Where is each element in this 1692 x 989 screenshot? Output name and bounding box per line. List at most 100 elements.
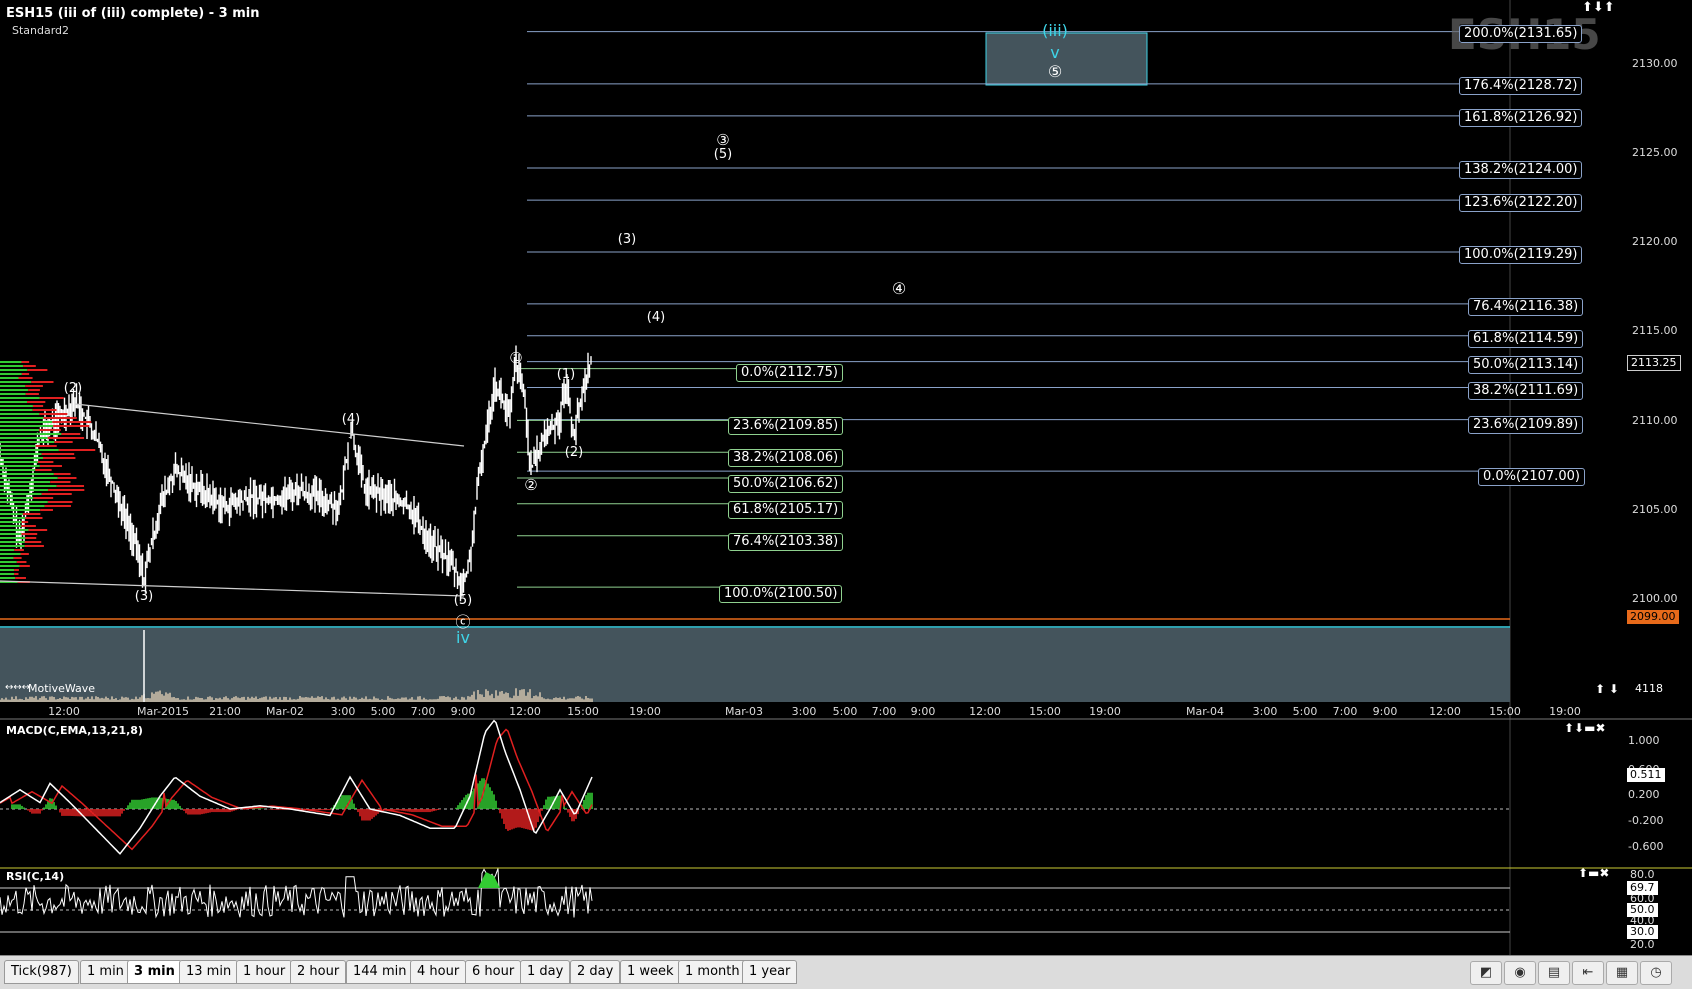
price-tick: 2110.00 [1632, 414, 1678, 427]
fib-blue-76[interactable]: 76.4%(2116.38) [1468, 298, 1584, 316]
tab-1-year[interactable]: 1 year [742, 960, 798, 984]
fib-blue-61[interactable]: 61.8%(2114.59) [1468, 330, 1584, 348]
price-tick: 2120.00 [1632, 235, 1678, 248]
wave-label-iii: (iii) [1042, 21, 1068, 40]
time-tick: 7:00 [1332, 705, 1358, 718]
fib-blue-161[interactable]: 161.8%(2126.92) [1459, 109, 1583, 127]
price-tick: 2105.00 [1632, 503, 1678, 516]
tab-144-min[interactable]: 144 min [346, 960, 414, 984]
time-tick: 5:00 [370, 705, 396, 718]
tab-2-day[interactable]: 2 day [570, 960, 621, 984]
fib-blue-23[interactable]: 23.6%(2109.89) [1468, 416, 1584, 434]
tab-tick-987[interactable]: Tick(987) [4, 960, 79, 984]
fib-blue-138[interactable]: 138.2%(2124.00) [1459, 161, 1583, 179]
wave-label: (4) [341, 412, 361, 427]
tab-1-hour[interactable]: 1 hour [236, 960, 293, 984]
time-tick: 9:00 [450, 705, 476, 718]
wave-label: ② [524, 476, 538, 494]
tab-13-min[interactable]: 13 min [179, 960, 239, 984]
time-tick: 12:00 [509, 705, 541, 718]
fib-green-50[interactable]: 50.0%(2106.62) [728, 475, 844, 493]
wave-label: ④ [891, 279, 907, 298]
macd-tick: -0.600 [1628, 840, 1664, 853]
macd-tick: 0.200 [1628, 788, 1660, 801]
macd-tick: 1.000 [1628, 734, 1660, 747]
tab-1-week[interactable]: 1 week [620, 960, 681, 984]
fib-green-76[interactable]: 76.4%(2103.38) [728, 533, 844, 551]
tab-1-min[interactable]: 1 min [80, 960, 131, 984]
time-tick: 12:00 [1429, 705, 1461, 718]
zoom-controls[interactable]: ↔↔↔ [5, 682, 30, 693]
rsi-title: RSI(C,14) [6, 870, 65, 883]
time-tick: 15:00 [567, 705, 599, 718]
fib-blue-200[interactable]: 200.0%(2131.65) [1459, 25, 1583, 43]
time-tick: 5:00 [1292, 705, 1318, 718]
wave-label: (3) [617, 232, 637, 247]
fib-blue-100[interactable]: 100.0%(2119.29) [1459, 246, 1583, 264]
volume-panel [0, 628, 1510, 702]
chart-subtitle: Standard2 [12, 24, 70, 37]
chart-canvas[interactable] [0, 0, 1692, 955]
chart-title: ESH15 (iii of (iii) complete) - 3 min [6, 6, 260, 21]
orange-level-tag: 2099.00 [1627, 610, 1679, 624]
fib-blue-0[interactable]: 0.0%(2107.00) [1478, 468, 1585, 486]
time-tick: 5:00 [832, 705, 858, 718]
volume-panel-controls[interactable]: ⬆ ⬇ [1595, 682, 1619, 696]
wave-label: (4) [646, 310, 666, 325]
price-tick: 2100.00 [1632, 592, 1678, 605]
fib-blue-123[interactable]: 123.6%(2122.20) [1459, 194, 1583, 212]
macd-panel-controls[interactable]: ⬆⬇▬✖ [1564, 721, 1606, 735]
wave-label: ⑤ [1047, 62, 1063, 81]
chart-window: ESH15 (iii of (iii) complete) - 3 min St… [0, 0, 1692, 989]
fib-green-0[interactable]: 0.0%(2112.75) [736, 364, 843, 382]
time-tick: 12:00 [969, 705, 1001, 718]
panel-controls[interactable]: ⬆⬇⬆ [1582, 0, 1615, 15]
rsi-mid-tag: 50.0 [1627, 903, 1658, 917]
fib-green-23[interactable]: 23.6%(2109.85) [728, 417, 844, 435]
clock-icon[interactable]: ◷ [1640, 961, 1672, 985]
timeframe-tab-bar: Tick(987) 1 min 3 min 13 min 1 hour 2 ho… [0, 955, 1692, 989]
tab-2-hour[interactable]: 2 hour [290, 960, 347, 984]
tab-3-min[interactable]: 3 min [127, 960, 182, 984]
macd-value-tag: 0.511 [1627, 768, 1665, 782]
time-tick: 19:00 [629, 705, 661, 718]
wave-label-v: v [1050, 43, 1060, 62]
eye-icon[interactable]: ◉ [1504, 961, 1536, 985]
rsi-value-tag: 69.7 [1627, 881, 1658, 895]
fib-green-100[interactable]: 100.0%(2100.50) [719, 585, 843, 603]
time-tick: 7:00 [871, 705, 897, 718]
fib-blue-38[interactable]: 38.2%(2111.69) [1468, 382, 1584, 400]
time-tick: 15:00 [1489, 705, 1521, 718]
time-tick: 9:00 [1372, 705, 1398, 718]
wave-label: (1) [556, 367, 576, 382]
rsi-low-tag: 30.0 [1627, 925, 1658, 939]
tab-1-month[interactable]: 1 month [678, 960, 747, 984]
fib-green-61[interactable]: 61.8%(2105.17) [728, 501, 844, 519]
wave-label: (5) [713, 147, 733, 162]
price-tick: 2130.00 [1632, 57, 1678, 70]
tab-1-day[interactable]: 1 day [520, 960, 571, 984]
rsi-panel-controls[interactable]: ⬆▬✖ [1578, 866, 1609, 880]
scroll-end-icon[interactable]: ⇤ [1572, 961, 1604, 985]
fib-blue-50[interactable]: 50.0%(2113.14) [1468, 356, 1584, 374]
macd-tick: -0.200 [1628, 814, 1664, 827]
time-tick: 21:00 [209, 705, 241, 718]
time-tick: 3:00 [330, 705, 356, 718]
fib-green-38[interactable]: 38.2%(2108.06) [728, 449, 844, 467]
tab-6-hour[interactable]: 6 hour [465, 960, 522, 984]
wave-label: (5) [453, 593, 473, 608]
template-icon[interactable]: ▤ [1538, 961, 1570, 985]
tab-4-hour[interactable]: 4 hour [410, 960, 467, 984]
calendar-icon[interactable]: ▦ [1606, 961, 1638, 985]
target-box [985, 32, 1148, 86]
rsi-tick: 80.0 [1630, 868, 1655, 881]
macd-title: MACD(C,EMA,13,21,8) [6, 724, 143, 737]
time-tick: 3:00 [1252, 705, 1278, 718]
price-tick: 2115.00 [1632, 324, 1678, 337]
volume-tag: 4118 [1635, 682, 1663, 695]
rsi-tick: 20.0 [1630, 938, 1655, 951]
chart-type-icon[interactable]: ◩ [1470, 961, 1502, 985]
fib-blue-176[interactable]: 176.4%(2128.72) [1459, 77, 1583, 95]
time-tick: 3:00 [791, 705, 817, 718]
wave-label: (2) [564, 445, 584, 460]
